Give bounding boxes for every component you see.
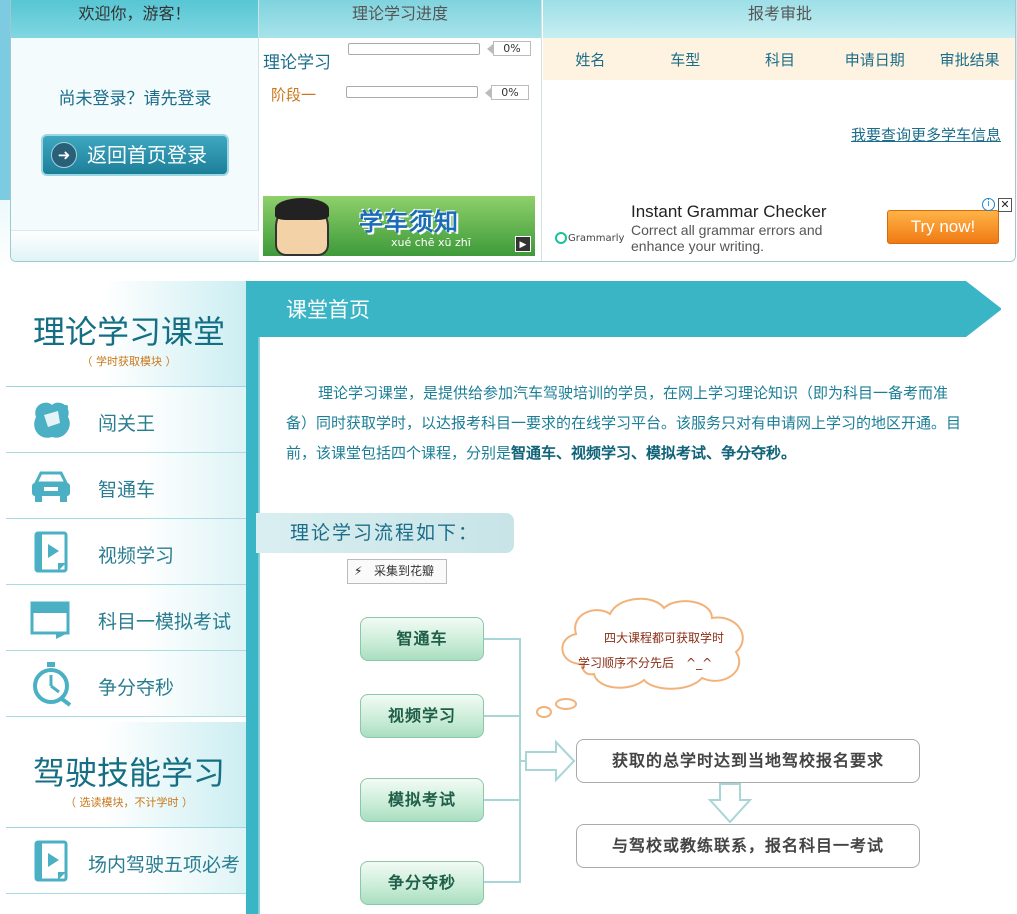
flow-item-race-against-time[interactable]: 争分夺秒 xyxy=(360,861,484,905)
sidebar: 理论学习课堂 （ 学时获取模块 ） 闯关王 智通车 视频学习 科目一模拟考试 争… xyxy=(6,281,260,914)
section-note: （ 选读模块，不计学时 ） xyxy=(65,796,193,809)
sidebar-item-challenge-king[interactable]: 闯关王 xyxy=(6,387,252,453)
more-info-link[interactable]: 我要查询更多学车信息 xyxy=(851,124,1001,145)
theory-section-header: 理论学习课堂 （ 学时获取模块 ） xyxy=(6,281,252,387)
grammarly-logo-text: Grammarly xyxy=(568,233,625,244)
thought-bubbles xyxy=(536,698,577,718)
collect-to-huaban-button[interactable]: ⚡ 采集到花瓣 xyxy=(347,559,447,584)
badge-icon xyxy=(34,402,70,438)
section-note: （ 学时获取模块 ） xyxy=(81,355,177,368)
stopwatch-icon xyxy=(33,662,72,707)
intro-course-list: 智通车、视频学习、模拟考试、争分夺秒。 xyxy=(511,444,797,462)
cloud-text: 学习顺序不分先后 ^_^ xyxy=(578,654,712,671)
welcome-footer xyxy=(11,230,259,261)
sidebar-item-video-study[interactable]: 视频学习 xyxy=(6,519,252,585)
flow-item-smart-car[interactable]: 智通车 xyxy=(360,617,484,661)
grammarly-logo: Grammarly xyxy=(555,232,624,244)
exam-table-header: 姓名 车型 科目 申请日期 审批结果 xyxy=(543,38,1015,80)
progress-row: 阶段一 0% xyxy=(259,84,542,108)
arrow-right-icon: ➜ xyxy=(51,142,77,168)
grammarly-ad[interactable]: Grammarly Instant Grammar Checker Correc… xyxy=(547,196,1015,258)
ad-info-icon[interactable]: i xyxy=(982,198,995,211)
login-button-label: 返回首页登录 xyxy=(87,143,207,167)
login-hint: 尚未登录？请先登录 xyxy=(58,89,212,109)
learner-notice-ad[interactable]: 学车须知 xué chē xū zhī ▶ xyxy=(263,196,535,256)
sidebar-item-label: 视频学习 xyxy=(98,545,175,567)
column-header: 科目 xyxy=(764,50,795,69)
section-title: 驾驶技能学习 xyxy=(32,754,225,792)
progress-header: 理论学习进度 xyxy=(259,0,541,38)
progress-row: 理论学习 0% xyxy=(259,41,542,73)
flow-item-video-study[interactable]: 视频学习 xyxy=(360,694,484,738)
video-icon xyxy=(34,531,68,573)
sidebar-item-label: 智通车 xyxy=(98,479,156,501)
ad-pinyin: xué chē xū zhī xyxy=(391,236,471,249)
grammarly-g-icon xyxy=(555,232,567,244)
ad-title: 学车须知 xyxy=(359,208,459,236)
flow-target-register: 与驾校或教练联系，报名科目一考试 xyxy=(576,824,920,868)
sidebar-item-five-driving-tests[interactable]: 场内驾驶五项必考 xyxy=(6,828,252,894)
video-icon xyxy=(34,840,68,882)
banner-notch xyxy=(966,281,1002,337)
page-title: 课堂首页 xyxy=(286,298,370,322)
progress-percent: 0% xyxy=(485,85,529,100)
cloud-text: 四大课程都可获取学时 xyxy=(604,631,725,645)
pin-icon: ⚡ xyxy=(354,564,363,578)
car-icon xyxy=(32,471,70,502)
return-home-login-button[interactable]: ➜ 返回首页登录 xyxy=(41,134,229,176)
cartoon-face-icon xyxy=(275,198,329,256)
ad-description: Correct all grammar errors and enhance y… xyxy=(631,222,823,254)
sidebar-item-label: 科目一模拟考试 xyxy=(98,611,232,633)
collect-button-label: 采集到花瓣 xyxy=(374,564,435,578)
column-header: 审批结果 xyxy=(939,50,1000,69)
exam-header: 报考审批 xyxy=(543,0,1015,38)
smiley: ^_^ xyxy=(686,656,713,670)
sidebar-item-mock-exam[interactable]: 科目一模拟考试 xyxy=(6,585,252,651)
sidebar-item-label: 场内驾驶五项必考 xyxy=(88,854,241,876)
intro-paragraph: 理论学习课堂，是提供给参加汽车驾驶培训的学员，在网上学习理论知识（即为科目一备考… xyxy=(286,378,966,468)
exam-icon xyxy=(30,601,70,639)
progress-label: 理论学习 xyxy=(263,53,331,73)
try-now-button[interactable]: Try now! xyxy=(887,210,999,244)
progress-percent: 0% xyxy=(487,41,531,56)
sidebar-item-label: 闯关王 xyxy=(98,413,156,435)
top-panel: 欢迎你，游客！ 尚未登录？请先登录 ➜ 返回首页登录 理论学习进度 理论学习 0… xyxy=(10,0,1016,262)
progress-bar xyxy=(348,43,480,55)
exam-approval-panel: 报考审批 姓名 车型 科目 申请日期 审批结果 我要查询更多学车信息 Gramm… xyxy=(543,0,1015,261)
content-left-border xyxy=(246,337,258,914)
play-icon[interactable]: ▶ xyxy=(515,236,531,252)
flow-target-hours: 获取的总学时达到当地驾校报名要求 xyxy=(576,739,920,783)
progress-bar xyxy=(346,86,478,98)
skills-section-header: 驾驶技能学习 （ 选读模块，不计学时 ） xyxy=(6,722,252,828)
sidebar-item-race-against-time[interactable]: 争分夺秒 xyxy=(6,651,252,717)
welcome-panel: 欢迎你，游客！ 尚未登录？请先登录 ➜ 返回首页登录 xyxy=(11,0,259,261)
section-title: 理论学习课堂 xyxy=(32,313,225,351)
flow-section-label: 理论学习流程如下： xyxy=(256,513,514,553)
sidebar-item-smart-car[interactable]: 智通车 xyxy=(6,453,252,519)
ad-headline: Instant Grammar Checker xyxy=(631,202,827,221)
flow-item-mock-exam[interactable]: 模拟考试 xyxy=(360,778,484,822)
progress-panel: 理论学习进度 理论学习 0% 阶段一 0% 学车须知 xué chē xū zh… xyxy=(259,0,542,261)
progress-label: 阶段一 xyxy=(271,86,317,104)
column-header: 申请日期 xyxy=(844,50,905,69)
cloud-text-line: 学习顺序不分先后 xyxy=(578,656,675,670)
ad-close-icon[interactable]: ✕ xyxy=(998,198,1012,212)
column-header: 姓名 xyxy=(575,50,606,69)
column-header: 车型 xyxy=(670,50,701,69)
welcome-greeting: 欢迎你，游客！ xyxy=(11,0,258,38)
sidebar-item-label: 争分夺秒 xyxy=(98,677,175,699)
